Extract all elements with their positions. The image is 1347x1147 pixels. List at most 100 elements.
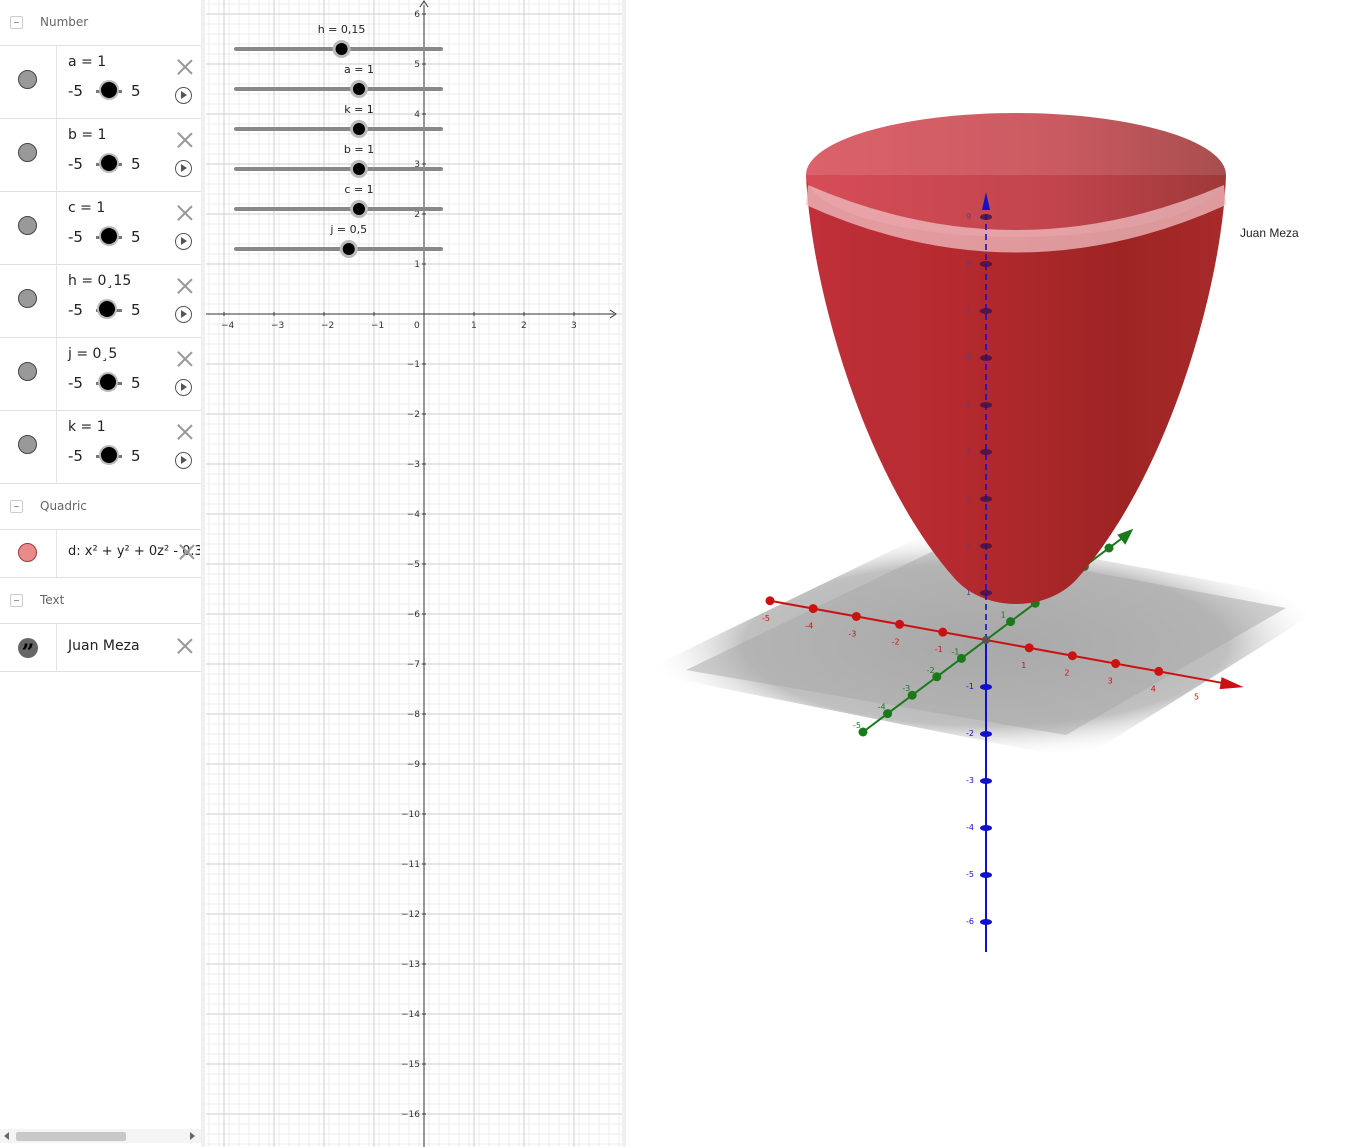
close-icon[interactable] bbox=[178, 543, 196, 561]
text-value[interactable]: Juan Meza bbox=[68, 638, 140, 654]
visibility-toggle[interactable] bbox=[18, 362, 37, 381]
z-tick-label-3d: 4 bbox=[966, 447, 971, 456]
collapse-icon[interactable] bbox=[10, 500, 23, 513]
play-icon[interactable] bbox=[175, 452, 192, 469]
z-tick-label-3d: -6 bbox=[966, 917, 974, 926]
slider-knob[interactable] bbox=[353, 203, 365, 215]
slider-knob[interactable] bbox=[99, 301, 115, 317]
y-tick-label: −12 bbox=[401, 910, 420, 920]
slider-knob[interactable] bbox=[335, 43, 348, 55]
z-tick-3d bbox=[980, 402, 992, 408]
x-axis-arrow bbox=[1219, 677, 1244, 690]
group-label: Text bbox=[40, 593, 65, 607]
scrollbar-thumb[interactable] bbox=[16, 1132, 126, 1141]
slider-definition[interactable]: k = 1 bbox=[68, 419, 106, 435]
algebra-item-quadric[interactable]: d: x² + y² + 0z² - 0.3x bbox=[0, 530, 201, 578]
group-label: Number bbox=[40, 15, 89, 29]
play-icon[interactable] bbox=[175, 379, 192, 396]
slider-max: 5 bbox=[131, 374, 141, 392]
visibility-toggle[interactable] bbox=[18, 435, 37, 454]
z-tick-3d bbox=[980, 825, 992, 831]
z-tick-3d bbox=[980, 261, 992, 267]
x-tick-label-3d: -1 bbox=[935, 645, 943, 654]
play-icon[interactable] bbox=[175, 87, 192, 104]
close-icon[interactable] bbox=[176, 131, 194, 149]
close-icon[interactable] bbox=[176, 637, 194, 655]
collapse-icon[interactable] bbox=[10, 594, 23, 607]
slider-knob[interactable] bbox=[353, 123, 365, 135]
slider-knob[interactable] bbox=[101, 447, 117, 463]
slider-label: k = 1 bbox=[344, 103, 374, 116]
algebra-item-k[interactable]: k = 1 -5 5 bbox=[0, 411, 201, 484]
z-tick-label-3d: 5 bbox=[966, 400, 971, 409]
graphics-canvas[interactable]: −4 −3 −2 −1 0 1 2 3654321−1−2−3−4−5−6−7−8−9−10−… bbox=[206, 0, 622, 1147]
slider-label: h = 0,15 bbox=[318, 23, 366, 36]
algebra-item-text[interactable]: ” Juan Meza bbox=[0, 624, 201, 672]
quote-icon[interactable]: ” bbox=[18, 638, 38, 658]
slider-knob[interactable] bbox=[101, 155, 117, 171]
play-icon[interactable] bbox=[175, 306, 192, 323]
y-tick-label-3d: -5 bbox=[853, 721, 861, 730]
close-icon[interactable] bbox=[176, 277, 194, 295]
horizontal-scrollbar[interactable] bbox=[0, 1129, 201, 1143]
slider-definition[interactable]: a = 1 bbox=[68, 54, 106, 70]
z-tick-label-3d: 1 bbox=[966, 588, 971, 597]
graphics-3d-view[interactable]: -6 -5 -4 -3 -2 -1 -5 -4 -3 -2 -1 1 2 3 4 5 -5 -4 -3 -2 -1 1 2… bbox=[626, 0, 1347, 1147]
slider-definition[interactable]: h = 0¸15 bbox=[68, 273, 131, 289]
x-tick-3d bbox=[1111, 659, 1121, 669]
slider-definition[interactable]: c = 1 bbox=[68, 200, 105, 216]
graphics-view[interactable]: −4 −3 −2 −1 0 1 2 3 6 5 4 3 2 1 −1 −2 −3 −4 −5 −6 −7 −8 −9 −10−… bbox=[206, 0, 622, 1147]
x-tick-label: 2 bbox=[521, 321, 527, 331]
close-icon[interactable] bbox=[176, 350, 194, 368]
slider-knob[interactable] bbox=[353, 163, 365, 175]
algebra-item-c[interactable]: c = 1 -5 5 bbox=[0, 192, 201, 265]
algebra-view: Number a = 1 -5 5 b = 1 -5 5 c = 1 -5 5 bbox=[0, 0, 202, 1147]
slider-definition[interactable]: b = 1 bbox=[68, 127, 106, 143]
y-tick-label-3d: -4 bbox=[878, 703, 886, 712]
text-label-juan-meza[interactable]: Juan Meza bbox=[1240, 226, 1299, 240]
algebra-item-a[interactable]: a = 1 -5 5 bbox=[0, 46, 201, 119]
group-header-text[interactable]: Text bbox=[0, 578, 201, 624]
visibility-toggle[interactable] bbox=[18, 70, 37, 89]
slider-knob[interactable] bbox=[101, 82, 117, 98]
z-tick-3d bbox=[980, 684, 992, 690]
scroll-left-icon[interactable] bbox=[4, 1132, 9, 1140]
z-tick-label-3d: 7 bbox=[966, 306, 971, 315]
visibility-toggle[interactable] bbox=[18, 543, 37, 562]
collapse-icon[interactable] bbox=[10, 16, 23, 29]
y-tick-label: −16 bbox=[401, 1110, 420, 1120]
slider-definition[interactable]: j = 0¸5 bbox=[68, 346, 117, 362]
group-header-number[interactable]: Number bbox=[0, 0, 201, 46]
algebra-item-j[interactable]: j = 0¸5 -5 5 bbox=[0, 338, 201, 411]
y-tick-label-3d: 1 bbox=[1001, 611, 1006, 620]
x-tick-label-3d: -3 bbox=[848, 629, 856, 638]
y-tick-label: −10 bbox=[401, 810, 420, 820]
slider-knob[interactable] bbox=[101, 228, 117, 244]
slider-min: -5 bbox=[68, 228, 83, 246]
y-tick-label: −11 bbox=[401, 860, 420, 870]
slider-knob[interactable] bbox=[342, 243, 355, 255]
slider-knob[interactable] bbox=[100, 374, 116, 390]
close-icon[interactable] bbox=[176, 204, 194, 222]
algebra-item-h[interactable]: h = 0¸15 -5 5 bbox=[0, 265, 201, 338]
close-icon[interactable] bbox=[176, 58, 194, 76]
visibility-toggle[interactable] bbox=[18, 289, 37, 308]
slider-max: 5 bbox=[131, 228, 141, 246]
x-tick-label: −2 bbox=[321, 321, 334, 331]
x-tick-label-3d: 4 bbox=[1151, 684, 1156, 693]
view-separator[interactable] bbox=[201, 0, 205, 1147]
slider-label: j = 0,5 bbox=[329, 223, 367, 236]
slider-knob[interactable] bbox=[353, 83, 365, 95]
close-icon[interactable] bbox=[176, 423, 194, 441]
scroll-right-icon[interactable] bbox=[190, 1132, 195, 1140]
play-icon[interactable] bbox=[175, 160, 192, 177]
visibility-toggle[interactable] bbox=[18, 143, 37, 162]
z-tick-label-3d: 9 bbox=[966, 212, 971, 221]
x-tick-label: 0 bbox=[414, 321, 420, 331]
graphics-3d-canvas[interactable]: -6 -5 -4 -3 -2 -1 -5 -4 -3 -2 -1 1 2 3 4 5 -5 -4 -3 -2 -1 1 2… bbox=[626, 0, 1347, 1147]
group-header-quadric[interactable]: Quadric bbox=[0, 484, 201, 530]
algebra-item-b[interactable]: b = 1 -5 5 bbox=[0, 119, 201, 192]
visibility-toggle[interactable] bbox=[18, 216, 37, 235]
play-icon[interactable] bbox=[175, 233, 192, 250]
y-tick-label: −1 bbox=[407, 360, 420, 370]
